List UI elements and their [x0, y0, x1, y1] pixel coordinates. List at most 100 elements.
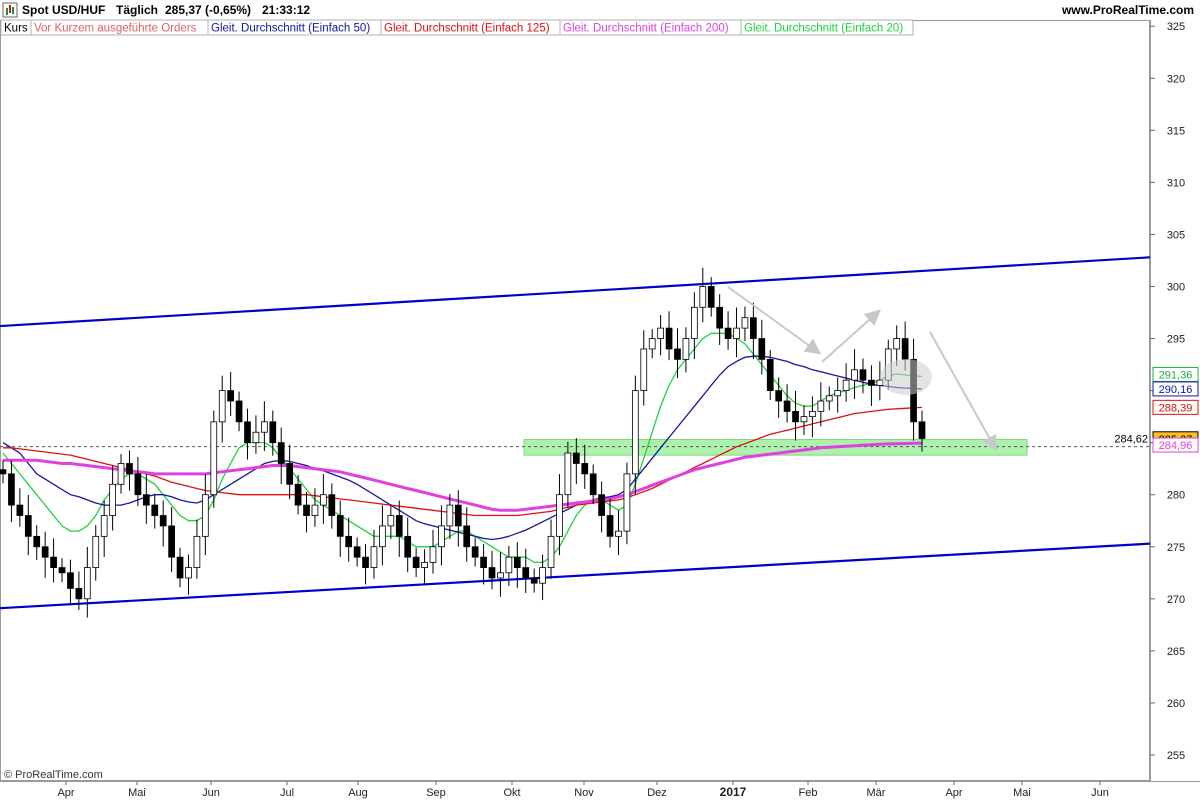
y-tick-label: 280 [1167, 490, 1185, 502]
x-tick-label: Dez [647, 787, 667, 799]
candle-body [497, 572, 504, 579]
candle-body [513, 556, 521, 568]
price-label-2: 288,39 [1152, 399, 1199, 415]
quote-label: 285,37 (-0,65%) [165, 3, 251, 17]
candle-body [286, 463, 294, 485]
candle-body [792, 411, 799, 423]
candle-body [809, 411, 816, 418]
candle-body [336, 515, 344, 537]
candle-body [783, 400, 791, 412]
candle-body [868, 379, 875, 386]
candle-body [353, 546, 361, 558]
legend-item-sma50[interactable]: Gleit. Durchschnitt (Einfach 50) [211, 23, 370, 35]
candle-body [8, 473, 15, 506]
legend-item-sma125[interactable]: Gleit. Durchschnitt (Einfach 125) [384, 23, 550, 35]
candle-body [851, 369, 858, 381]
candle-body [547, 535, 555, 568]
candle-body [92, 535, 100, 568]
candle-body [707, 286, 715, 308]
candle-body [750, 317, 757, 339]
candle-body [134, 473, 142, 496]
price-chart[interactable]: 284,62 255260265270275280285290295300305… [0, 0, 1200, 800]
candle-body [395, 515, 403, 537]
candle-body [126, 463, 133, 475]
candle[interactable] [210, 410, 218, 508]
plot-area[interactable] [0, 20, 1150, 781]
candle-body [345, 535, 353, 548]
highlight-circle[interactable] [880, 359, 932, 395]
candle-body [699, 286, 707, 308]
candle-body [454, 504, 462, 527]
candle-body [294, 483, 302, 506]
candle-body [142, 494, 150, 506]
candle-body [227, 390, 234, 402]
y-tick-label: 320 [1167, 73, 1185, 85]
candle-body [41, 546, 49, 558]
candle-body [775, 390, 783, 402]
candle-body [24, 515, 32, 537]
candle-body [488, 567, 496, 579]
candle-body [159, 515, 167, 527]
y-tick-label: 295 [1167, 334, 1185, 346]
svg-text:288,39: 288,39 [1159, 402, 1193, 414]
candle-body [320, 494, 327, 506]
candle-body [328, 494, 336, 516]
candle-body [269, 421, 277, 444]
copyright-label: © ProRealTime.com [4, 769, 103, 781]
candle-body [817, 400, 825, 412]
site-link[interactable]: www.ProRealTime.com [1061, 3, 1194, 17]
y-tick-label: 275 [1167, 542, 1185, 554]
y-tick-label: 255 [1167, 750, 1185, 762]
candle-body [665, 327, 673, 350]
candle-body [193, 535, 201, 568]
candle-body [615, 530, 622, 537]
candle-body [682, 338, 690, 360]
candle-body [404, 535, 412, 558]
candle-body [539, 567, 546, 584]
legend-item-sma20[interactable]: Gleit. Durchschnitt (Einfach 20) [744, 23, 903, 35]
candle-body [674, 348, 681, 360]
candle-body [58, 567, 66, 574]
x-tick-label: Aug [348, 787, 368, 799]
candle-body [83, 567, 91, 600]
candle-body [362, 556, 369, 568]
legend-item-sma200[interactable]: Gleit. Durchschnitt (Einfach 200) [563, 23, 729, 35]
candle-body [741, 317, 749, 329]
candle-body [918, 421, 926, 439]
candle-body [176, 556, 184, 579]
candle-body [201, 494, 209, 537]
candle-body [581, 463, 589, 475]
legend: Kurs Vor Kurzem ausgeführte Orders Gleit… [0, 19, 914, 36]
x-tick-label: Jun [1091, 787, 1109, 799]
candle-body [842, 379, 850, 391]
price-label-4: 284,96 [1152, 437, 1199, 453]
candle-body [640, 348, 648, 391]
y-tick-label: 265 [1167, 646, 1185, 658]
price-label-1: 290,16 [1152, 381, 1199, 397]
candle-body [733, 327, 740, 339]
candle-body [438, 525, 445, 548]
candle-body [530, 577, 538, 584]
candle-body [0, 469, 7, 475]
x-tick-label: Nov [574, 787, 594, 799]
legend-item-kurs[interactable]: Kurs [4, 23, 28, 35]
candle-body [185, 567, 192, 579]
candle-body [825, 395, 833, 402]
x-tick-label: Mär [867, 787, 886, 799]
time-label: 21:33:12 [262, 3, 310, 17]
candle-body [151, 504, 159, 516]
candle-body [572, 452, 580, 464]
y-tick-label: 325 [1167, 21, 1185, 33]
candle-body [691, 306, 698, 339]
candle-body [429, 546, 437, 563]
y-tick-label: 270 [1167, 594, 1185, 606]
candle-body [716, 306, 724, 329]
legend-item-orders[interactable]: Vor Kurzem ausgeführte Orders [34, 23, 197, 35]
candle-body [303, 504, 310, 516]
candle-body [75, 587, 83, 600]
x-tick-label: 2017 [720, 785, 747, 799]
period-label: Täglich [116, 3, 158, 17]
candle-body [901, 338, 909, 360]
candle-body [277, 442, 285, 464]
y-tick-label: 260 [1167, 698, 1185, 710]
